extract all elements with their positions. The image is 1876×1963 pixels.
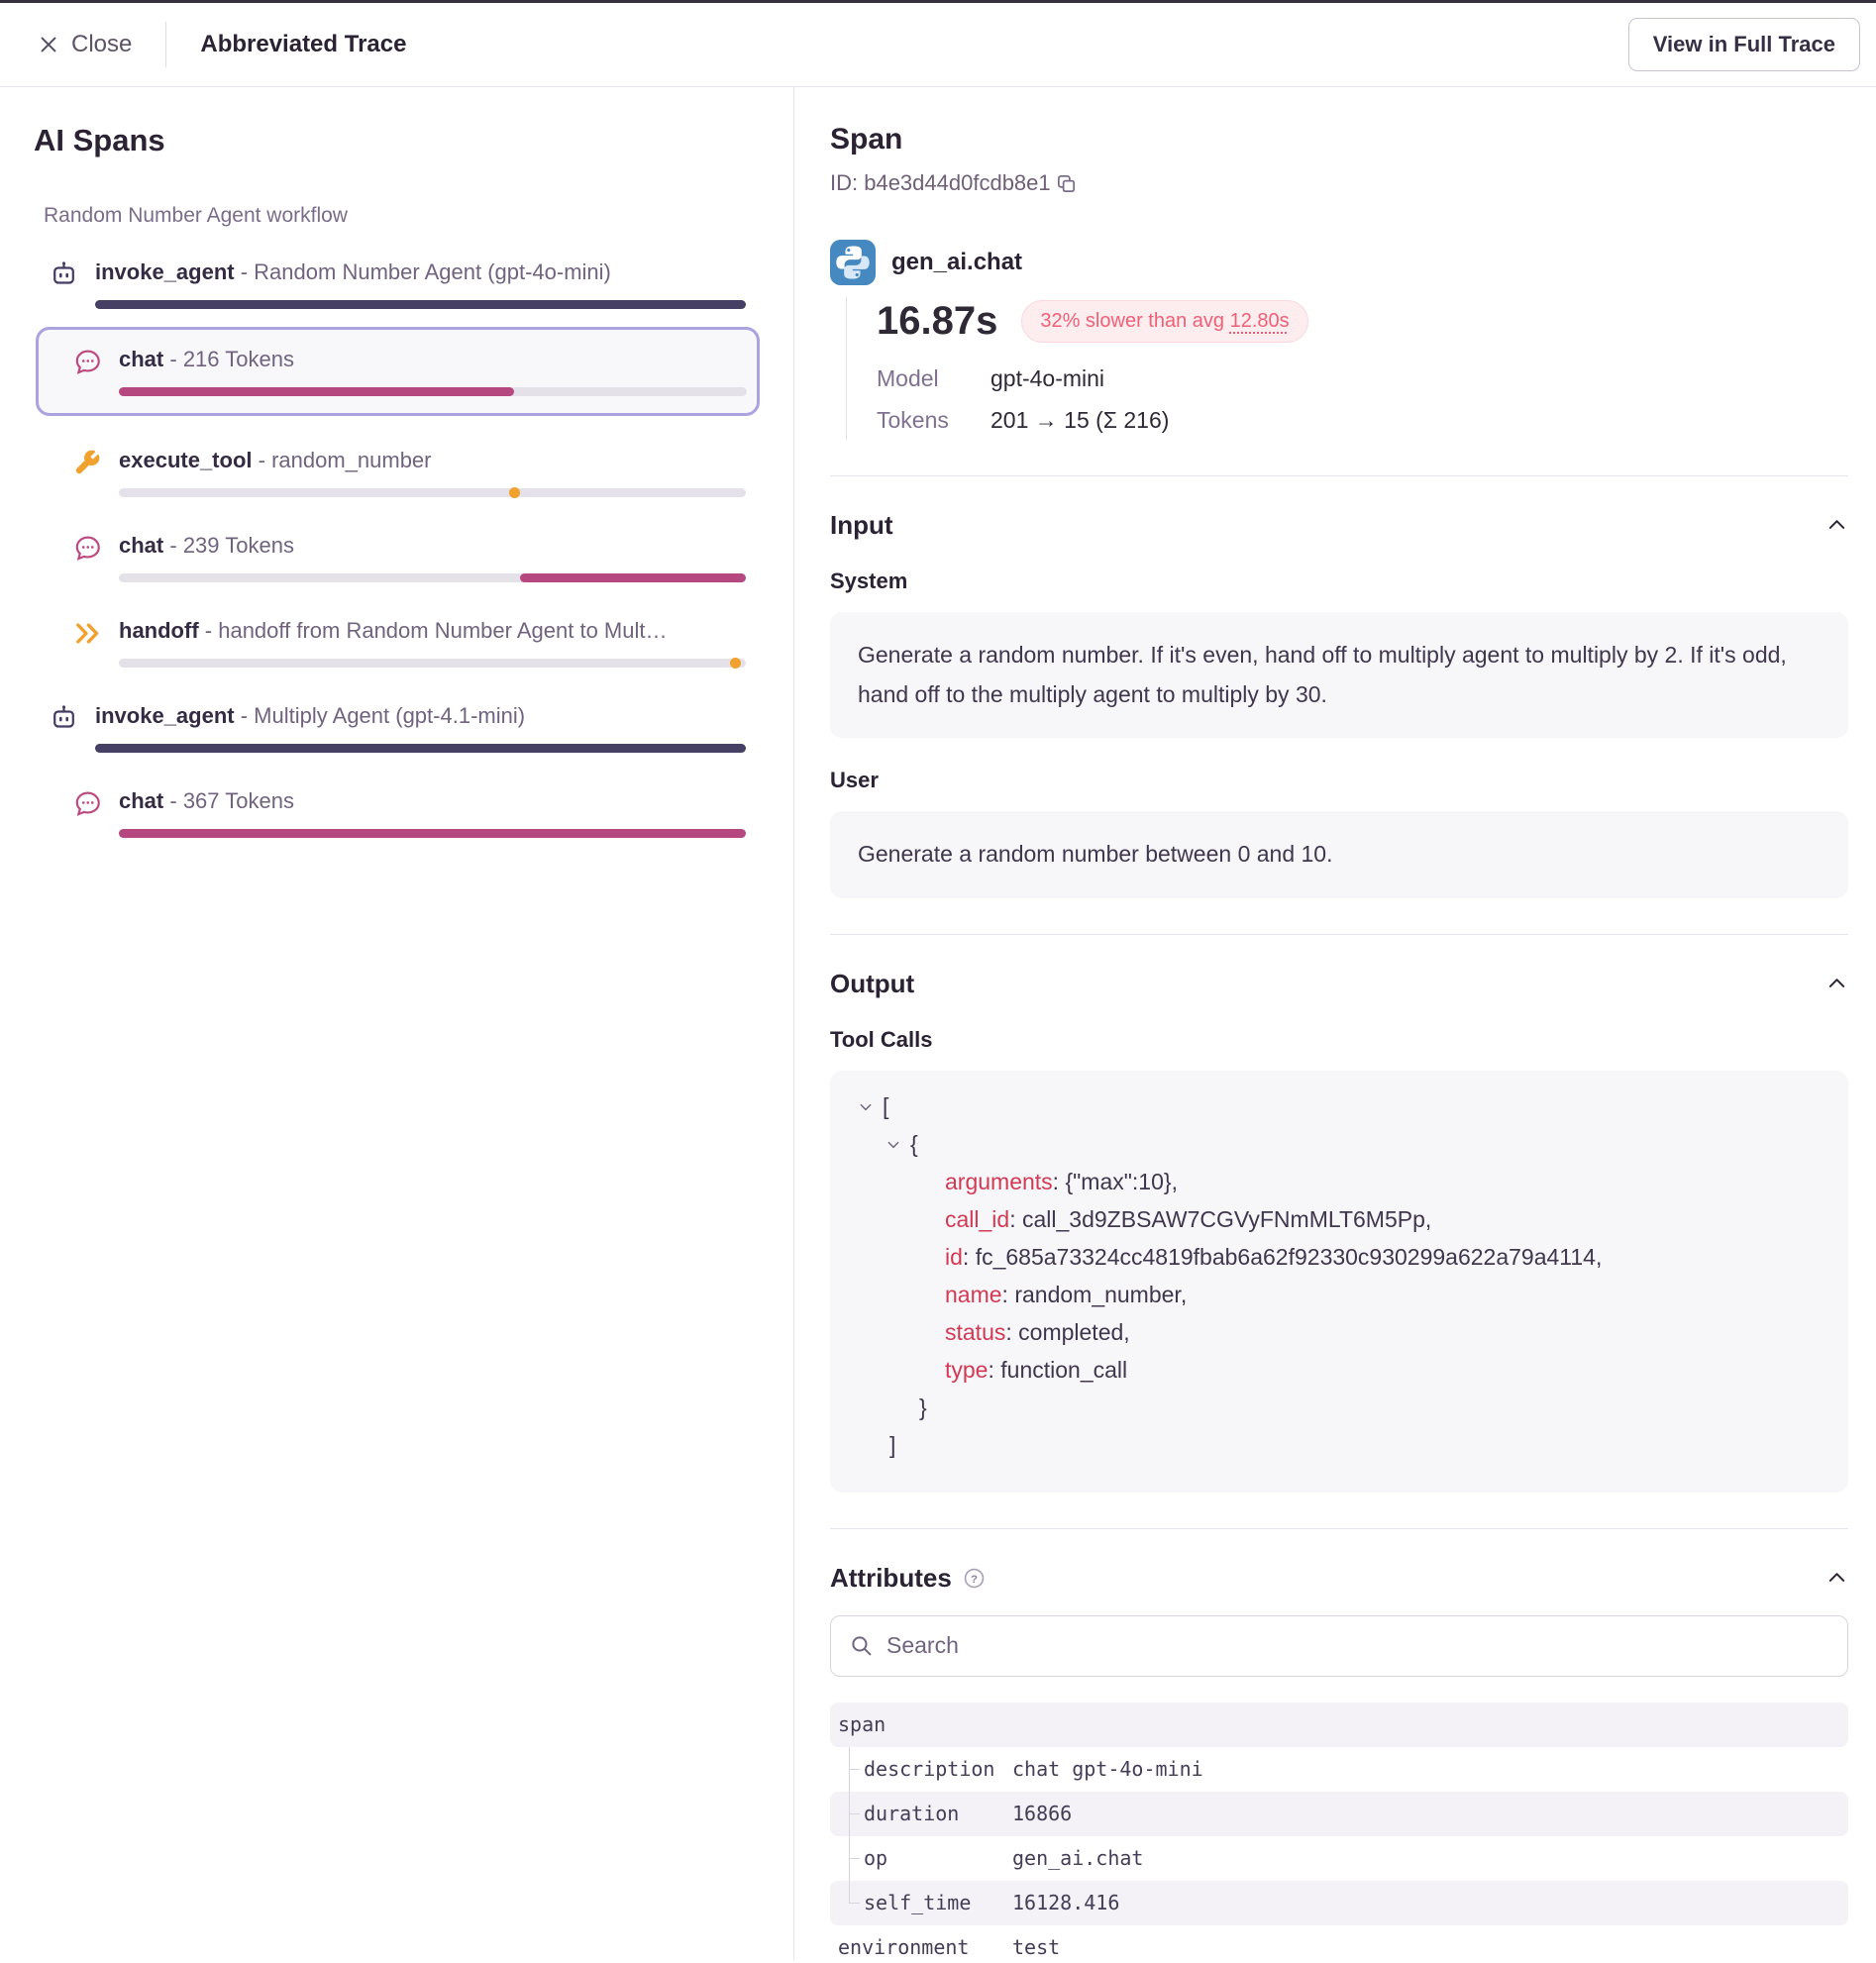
speech-bubble-icon bbox=[71, 531, 103, 565]
span-row-label: execute_tool - random_number bbox=[119, 446, 746, 475]
section-divider bbox=[830, 934, 1848, 935]
question-mark-circle-icon[interactable]: ? bbox=[962, 1566, 987, 1591]
span-duration-bar bbox=[119, 488, 746, 497]
model-value: gpt-4o-mini bbox=[990, 365, 1104, 392]
span-row-invoke-agent-2[interactable]: invoke_agent - Multiply Agent (gpt-4.1-m… bbox=[26, 701, 746, 753]
system-prompt-box: Generate a random number. If it's even, … bbox=[830, 612, 1848, 738]
span-duration-bar bbox=[119, 573, 746, 582]
span-duration-bar bbox=[119, 829, 746, 838]
json-entry: call_id: call_3d9ZBSAW7CGVyFNmMLT6M5Pp, bbox=[945, 1201, 1821, 1239]
chevron-up-icon[interactable] bbox=[1825, 1567, 1848, 1590]
attributes-table: span description chat gpt-4o-mini durati… bbox=[830, 1703, 1848, 1960]
robot-icon bbox=[48, 258, 79, 291]
chevron-up-icon[interactable] bbox=[1825, 973, 1848, 995]
tree-connector bbox=[838, 1836, 864, 1881]
span-duration-bar bbox=[95, 300, 746, 309]
span-heading: Span bbox=[830, 123, 1848, 156]
span-detail-panel: Span ID: b4e3d44d0fcdb8e1 gen_a bbox=[794, 87, 1876, 1960]
model-label: Model bbox=[877, 365, 990, 392]
span-row-label: chat - 239 Tokens bbox=[119, 531, 746, 561]
span-row-handoff[interactable]: handoff - handoff from Random Number Age… bbox=[26, 616, 746, 668]
tokens-label: Tokens bbox=[877, 407, 990, 434]
chevron-down-icon[interactable] bbox=[886, 1137, 901, 1153]
span-row-chat-239[interactable]: chat - 239 Tokens bbox=[26, 531, 746, 582]
span-duration-bar bbox=[119, 387, 747, 396]
speech-bubble-icon bbox=[71, 345, 103, 378]
output-section-heading: Output bbox=[830, 969, 914, 999]
input-section-heading: Input bbox=[830, 510, 893, 541]
view-in-full-trace-button[interactable]: View in Full Trace bbox=[1628, 18, 1860, 71]
topbar-divider bbox=[165, 22, 166, 67]
close-label: Close bbox=[71, 31, 132, 58]
attr-row-op[interactable]: op gen_ai.chat bbox=[830, 1836, 1848, 1881]
span-duration-bar bbox=[119, 659, 746, 668]
close-button[interactable]: Close bbox=[38, 31, 132, 58]
attributes-section-heading: Attributes bbox=[830, 1563, 952, 1594]
robot-icon bbox=[48, 701, 79, 735]
tool-calls-label: Tool Calls bbox=[830, 1027, 1848, 1053]
user-prompt-box: Generate a random number between 0 and 1… bbox=[830, 811, 1848, 898]
double-chevron-right-icon bbox=[71, 616, 103, 650]
attr-row-span[interactable]: span bbox=[830, 1703, 1848, 1747]
span-id-value: ID: b4e3d44d0fcdb8e1 bbox=[830, 170, 1051, 196]
attr-row-duration[interactable]: duration 16866 bbox=[830, 1792, 1848, 1836]
span-row-label: chat - 367 Tokens bbox=[119, 786, 746, 816]
tokens-value: 201 → 15 (Σ 216) bbox=[990, 407, 1169, 434]
slower-than-avg-badge: 32% slower than avg 12.80s bbox=[1021, 300, 1307, 343]
json-entry: id: fc_685a73324cc4819fbab6a62f92330c930… bbox=[945, 1239, 1821, 1277]
ai-spans-panel: AI Spans Random Number Agent workflow in… bbox=[0, 87, 794, 1960]
chevron-up-icon[interactable] bbox=[1825, 514, 1848, 537]
tree-connector bbox=[838, 1881, 864, 1925]
top-bar: Close Abbreviated Trace View in Full Tra… bbox=[0, 0, 1876, 87]
span-op-name: gen_ai.chat bbox=[891, 249, 1022, 276]
system-label: System bbox=[830, 568, 1848, 594]
workflow-label: Random Number Agent workflow bbox=[44, 204, 746, 228]
tree-connector bbox=[838, 1747, 864, 1792]
attr-row-self-time[interactable]: self_time 16128.416 bbox=[830, 1881, 1848, 1925]
span-duration-bar bbox=[95, 744, 746, 753]
page-title: Abbreviated Trace bbox=[200, 31, 406, 58]
json-entry: status: completed, bbox=[945, 1314, 1821, 1352]
tool-calls-json-box: [ { arguments: {"max":10}, call_id: call… bbox=[830, 1071, 1848, 1493]
attributes-search-box[interactable] bbox=[830, 1615, 1848, 1677]
attr-row-environment[interactable]: environment test bbox=[830, 1925, 1848, 1960]
svg-text:?: ? bbox=[971, 1574, 978, 1586]
attr-row-description[interactable]: description chat gpt-4o-mini bbox=[830, 1747, 1848, 1792]
json-entry: name: random_number, bbox=[945, 1277, 1821, 1314]
copy-icon[interactable] bbox=[1055, 172, 1078, 195]
span-row-label: chat - 216 Tokens bbox=[119, 345, 747, 374]
speech-bubble-icon bbox=[71, 786, 103, 820]
python-logo-icon bbox=[830, 240, 876, 285]
span-row-invoke-agent-1[interactable]: invoke_agent - Random Number Agent (gpt-… bbox=[26, 258, 746, 309]
magnifier-icon bbox=[849, 1633, 874, 1658]
span-row-chat-216-selected[interactable]: chat - 216 Tokens bbox=[36, 327, 760, 416]
avg-duration-link[interactable]: 12.80s bbox=[1230, 310, 1290, 332]
ai-spans-heading: AI Spans bbox=[34, 123, 746, 158]
chevron-down-icon[interactable] bbox=[858, 1099, 874, 1115]
section-divider bbox=[830, 475, 1848, 476]
json-entry: type: function_call bbox=[945, 1352, 1821, 1390]
span-row-label: invoke_agent - Random Number Agent (gpt-… bbox=[95, 258, 746, 287]
span-row-chat-367[interactable]: chat - 367 Tokens bbox=[26, 786, 746, 838]
span-duration: 16.87s bbox=[877, 299, 997, 344]
search-input[interactable] bbox=[886, 1632, 1829, 1659]
json-entry: arguments: {"max":10}, bbox=[945, 1164, 1821, 1201]
span-row-label: invoke_agent - Multiply Agent (gpt-4.1-m… bbox=[95, 701, 746, 731]
span-row-label: handoff - handoff from Random Number Age… bbox=[119, 616, 746, 646]
user-label: User bbox=[830, 768, 1848, 793]
wrench-icon bbox=[71, 446, 103, 479]
span-row-execute-tool[interactable]: execute_tool - random_number bbox=[26, 446, 746, 497]
span-list: invoke_agent - Random Number Agent (gpt-… bbox=[26, 258, 746, 838]
tree-connector bbox=[838, 1792, 864, 1836]
close-icon bbox=[38, 34, 59, 55]
section-divider bbox=[830, 1528, 1848, 1529]
